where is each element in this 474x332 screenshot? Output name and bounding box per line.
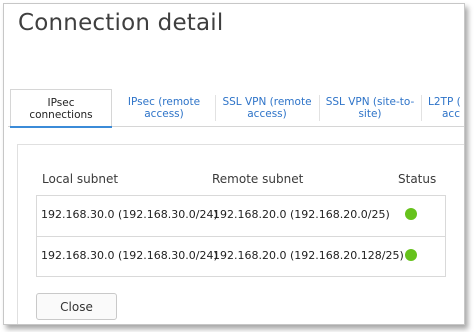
dialog-title: Connection detail bbox=[18, 10, 224, 36]
status-connected-icon bbox=[405, 208, 417, 220]
status-connected-icon bbox=[405, 249, 417, 261]
tab-label-line1: SSL VPN (site-to- bbox=[325, 95, 415, 108]
tab-label-line2: connections bbox=[29, 108, 93, 121]
tab-ssl-vpn-site-to-site[interactable]: SSL VPN (site-to-site) bbox=[320, 89, 420, 126]
local-subnet-cell: 192.168.30.0 (192.168.30.0/24) bbox=[41, 249, 218, 262]
tab-label-line1: IPsec bbox=[47, 96, 75, 109]
tab-label-line2: access) bbox=[247, 107, 287, 120]
table-row: 192.168.30.0 (192.168.30.0/24) 192.168.2… bbox=[37, 196, 445, 236]
column-header-status: Status bbox=[398, 172, 437, 186]
tab-label-line2: access) bbox=[144, 107, 184, 120]
tab-l2tp[interactable]: L2TP (acc bbox=[428, 89, 464, 126]
tab-label-line1: SSL VPN (remote bbox=[222, 95, 312, 108]
connection-detail-dialog: Connection detail IPsec connections IPsec… bbox=[3, 3, 465, 325]
tab-panel-ipsec-connections: Local subnet Remote subnet Status 192.16… bbox=[17, 144, 464, 324]
tab-bar: IPsec connections IPsec (remote access) SS… bbox=[8, 89, 464, 128]
tab-label-line1: IPsec (remote bbox=[127, 95, 201, 108]
tab-ipsec-remote-access[interactable]: IPsec (remote access) bbox=[114, 89, 214, 126]
tab-ipsec-connections[interactable]: IPsec connections bbox=[10, 89, 112, 128]
tab-label-line2: acc bbox=[442, 107, 460, 120]
column-header-local-subnet: Local subnet bbox=[42, 172, 119, 186]
tab-ssl-vpn-remote-access[interactable]: SSL VPN (remote access) bbox=[216, 89, 318, 126]
remote-subnet-cell: 192.168.20.0 (192.168.20.0/25) bbox=[213, 208, 390, 221]
connections-table: 192.168.30.0 (192.168.30.0/24) 192.168.2… bbox=[36, 195, 446, 277]
tab-label-line1: L2TP ( bbox=[428, 95, 461, 108]
tab-separator bbox=[421, 95, 422, 121]
remote-subnet-cell: 192.168.20.0 (192.168.20.128/25) bbox=[213, 249, 404, 262]
table-row: 192.168.30.0 (192.168.30.0/24) 192.168.2… bbox=[37, 236, 445, 276]
tab-label-line2: site) bbox=[358, 107, 382, 120]
close-button[interactable]: Close bbox=[36, 293, 117, 320]
local-subnet-cell: 192.168.30.0 (192.168.30.0/24) bbox=[41, 208, 218, 221]
column-header-remote-subnet: Remote subnet bbox=[212, 172, 304, 186]
